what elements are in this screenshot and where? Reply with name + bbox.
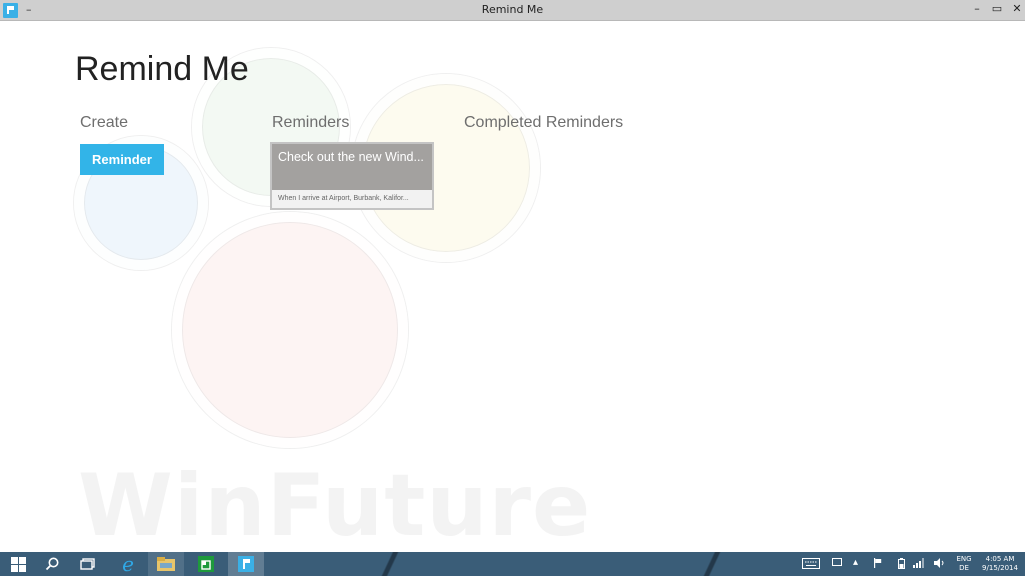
window-title: Remind Me bbox=[481, 3, 544, 16]
battery-icon[interactable] bbox=[898, 558, 905, 573]
input-language-indicator[interactable]: ENG DE bbox=[953, 555, 975, 573]
reminder-title: Check out the new Wind... bbox=[278, 150, 424, 164]
input-region: DE bbox=[959, 564, 969, 572]
minimize-button[interactable]: – bbox=[970, 2, 984, 15]
task-view-button[interactable] bbox=[70, 552, 106, 576]
remind-me-taskbar-button[interactable] bbox=[228, 552, 264, 576]
show-hidden-icons-chevron-icon[interactable]: ▴ bbox=[853, 557, 858, 569]
remind-me-icon bbox=[238, 556, 254, 572]
system-clock[interactable]: 4:05 AM 9/15/2014 bbox=[978, 555, 1022, 573]
touch-keyboard-icon[interactable] bbox=[802, 558, 820, 573]
restore-button[interactable]: ▭ bbox=[990, 2, 1004, 15]
internet-explorer-icon: e bbox=[122, 552, 134, 576]
volume-icon[interactable] bbox=[934, 558, 946, 572]
start-button[interactable] bbox=[0, 552, 36, 576]
input-language: ENG bbox=[956, 555, 972, 563]
section-create-heading: Create bbox=[80, 114, 129, 131]
section-completed-heading: Completed Reminders bbox=[464, 114, 624, 131]
search-button[interactable] bbox=[34, 552, 70, 576]
watermark-circle-red bbox=[172, 212, 408, 448]
section-reminders-heading: Reminders bbox=[272, 114, 350, 131]
taskbar: e ▴ bbox=[0, 552, 1025, 576]
store-icon bbox=[198, 556, 214, 572]
create-reminder-button[interactable]: Reminder bbox=[80, 144, 164, 175]
file-explorer-button[interactable] bbox=[148, 552, 184, 576]
search-icon bbox=[45, 557, 59, 571]
title-bar: – Remind Me – ▭ ✕ bbox=[0, 0, 1025, 21]
windows-logo-icon bbox=[10, 556, 26, 572]
action-center-icon[interactable] bbox=[832, 558, 842, 570]
reminder-trigger: When I arrive at Airport, Burbank, Kalif… bbox=[272, 190, 432, 208]
internet-explorer-button[interactable]: e bbox=[110, 552, 146, 576]
store-button[interactable] bbox=[188, 552, 224, 576]
close-button[interactable]: ✕ bbox=[1010, 2, 1024, 15]
page-title: Remind Me bbox=[75, 50, 249, 88]
file-explorer-icon bbox=[157, 557, 175, 571]
notification-flag-icon[interactable] bbox=[873, 558, 882, 572]
reminder-tile[interactable]: Check out the new Wind... When I arrive … bbox=[270, 142, 434, 210]
network-signal-icon[interactable] bbox=[913, 558, 925, 572]
clock-time: 4:05 AM bbox=[985, 555, 1015, 563]
clock-date: 9/15/2014 bbox=[982, 564, 1018, 572]
watermark-text: WinFuture bbox=[78, 456, 592, 556]
task-view-icon bbox=[80, 558, 95, 570]
